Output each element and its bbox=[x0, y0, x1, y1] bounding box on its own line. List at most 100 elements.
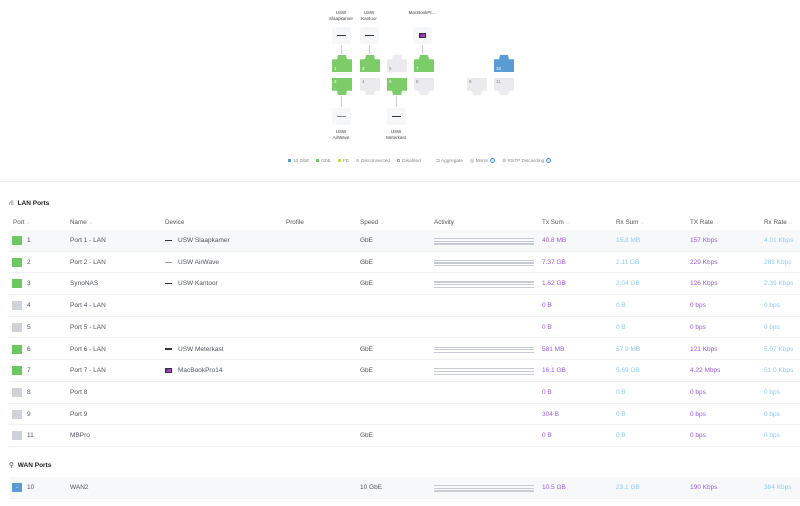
column-speed[interactable]: Speed ⌵ bbox=[360, 219, 384, 226]
device-cell[interactable]: MacBookPro14 bbox=[165, 367, 222, 374]
port-4[interactable]: 4 bbox=[360, 78, 380, 95]
table-row[interactable]: ^ 10 WAN2 10 GbE 10.5 GB 23.1 GB 190 Kbps 384 K… bbox=[9, 477, 800, 499]
switch-icon bbox=[165, 282, 172, 285]
port-name: Port 5 - LAN bbox=[70, 323, 106, 331]
port-7[interactable]: 7 bbox=[414, 55, 434, 72]
tx-sum: 10.5 GB bbox=[542, 484, 566, 491]
device-name: USW Kantoor bbox=[178, 280, 218, 288]
lan-ports-title: ⛙ LAN Ports bbox=[9, 200, 50, 207]
table-row[interactable]: 1 Port 1 - LAN USW Slaapkamer GbE 40.8 MB 15.… bbox=[9, 230, 800, 252]
tx-sum: 40.8 MB bbox=[542, 237, 567, 244]
port-1[interactable]: 1 bbox=[332, 55, 352, 72]
activity-bar bbox=[434, 259, 534, 268]
activity-bar bbox=[434, 281, 534, 289]
device-cell[interactable]: USW Slaapkamer bbox=[165, 237, 230, 244]
device-node[interactable] bbox=[387, 108, 406, 125]
device-node[interactable] bbox=[332, 27, 351, 44]
port-6[interactable]: 6 bbox=[387, 78, 407, 95]
column-profile: Profile bbox=[286, 219, 304, 226]
column-tx-sum[interactable]: Tx Sum ⌵ bbox=[542, 219, 570, 226]
device-cell[interactable]: USW AirWave bbox=[165, 259, 219, 266]
port-2[interactable]: 2 bbox=[332, 78, 352, 95]
chevron-down-icon: ⌵ bbox=[640, 220, 645, 226]
rx-rate: 0 bps bbox=[764, 302, 780, 310]
port-status-icon: ^ bbox=[12, 483, 22, 492]
table-row[interactable]: 11 MBPro GbE 0 B 0 B 0 bps 0 bps bbox=[9, 425, 800, 447]
port-3[interactable]: 3 bbox=[360, 55, 380, 72]
column-activity: Activity bbox=[434, 219, 454, 226]
legend-disconnected: Disconnected bbox=[356, 159, 390, 164]
port-number: 2 bbox=[27, 258, 31, 266]
tx-rate: 0 bps bbox=[690, 432, 706, 440]
column-port[interactable]: Port ⌵ bbox=[13, 219, 30, 226]
rx-sum: 0 B bbox=[616, 388, 626, 396]
activity-bar bbox=[434, 238, 534, 246]
chevron-down-icon: ⌵ bbox=[380, 220, 385, 226]
port-name: Port 8 bbox=[70, 388, 88, 396]
port-9[interactable]: 9 bbox=[467, 78, 487, 95]
wan-ports-title: ⚲ WAN Ports bbox=[9, 461, 52, 470]
table-row[interactable]: 5 Port 5 - LAN 0 B 0 B 0 bps 0 bps bbox=[9, 317, 800, 339]
rx-rate: 0 bps bbox=[764, 410, 780, 418]
port-number: 4 bbox=[27, 302, 31, 310]
device-name: USW AirWave bbox=[178, 258, 219, 266]
switch-icon bbox=[392, 115, 401, 118]
info-icon[interactable]: i bbox=[490, 158, 496, 163]
tx-rate: 121 Kbps bbox=[690, 345, 718, 353]
column-rx-rate[interactable]: Rx Rate ⌵ bbox=[764, 219, 793, 226]
port-status-icon bbox=[12, 279, 22, 289]
device-label: MacBookPr... bbox=[408, 10, 436, 15]
tx-sum: 0 B bbox=[542, 302, 552, 310]
table-row[interactable]: 4 Port 4 - LAN 0 B 0 B 0 bps 0 bps bbox=[9, 295, 800, 317]
port-5[interactable]: 5 bbox=[387, 55, 407, 72]
device-node[interactable] bbox=[360, 27, 379, 44]
port-number: 7 bbox=[27, 367, 31, 375]
port-number: 6 bbox=[27, 345, 31, 353]
column-name[interactable]: Name ⌵ bbox=[70, 219, 93, 226]
port-10[interactable]: 10 bbox=[494, 55, 514, 72]
device-name: MacBookPro14 bbox=[178, 367, 223, 375]
port-number: 3 bbox=[27, 280, 31, 288]
port-speed: GbE bbox=[360, 432, 374, 440]
chevron-down-icon: ⌵ bbox=[715, 220, 719, 226]
chevron-down-icon: ⌵ bbox=[565, 220, 570, 226]
connector-line bbox=[341, 45, 342, 54]
tx-sum: 0 B bbox=[542, 432, 552, 440]
rx-rate: 0 bps bbox=[764, 323, 780, 331]
switch-icon bbox=[337, 116, 346, 117]
device-node[interactable] bbox=[413, 27, 432, 44]
activity-bar bbox=[434, 346, 534, 355]
port-number: 11 bbox=[27, 432, 34, 440]
connector-line bbox=[396, 96, 397, 107]
device-label: USW AirWave bbox=[332, 129, 350, 140]
column-rx-sum[interactable]: Rx Sum ⌵ bbox=[616, 219, 644, 226]
table-row[interactable]: 9 Port 9 304 B 0 B 0 bps 0 bps bbox=[9, 404, 800, 426]
port-name: WAN2 bbox=[70, 484, 89, 491]
tx-rate: 0 bps bbox=[690, 323, 706, 331]
port-8[interactable]: 8 bbox=[414, 78, 434, 95]
device-cell[interactable]: USW Kantoor bbox=[165, 280, 218, 287]
legend-fe: FE bbox=[337, 159, 349, 164]
device-cell[interactable]: USW Meterkast bbox=[165, 346, 224, 353]
tx-sum: 581 MB bbox=[542, 345, 565, 353]
table-row[interactable]: 6 Port 6 - LAN USW Meterkast GbE 581 MB 57.9 … bbox=[9, 339, 800, 361]
rx-rate: 51.0 Kbps bbox=[764, 367, 794, 375]
activity-bar bbox=[434, 485, 534, 493]
port-11[interactable]: 11 bbox=[494, 78, 514, 95]
table-row[interactable]: 2 Port 2 - LAN USW AirWave GbE 7.37 GB 2.11 G… bbox=[9, 252, 800, 274]
rx-sum: 15.8 MB bbox=[616, 237, 641, 244]
table-row[interactable]: 3 SynoNAS USW Kantoor GbE 1.62 GB 2.04 GB 126 … bbox=[9, 273, 800, 296]
rx-rate: 384 Kbps bbox=[764, 484, 792, 491]
blocked-icon: ⊘ bbox=[502, 159, 507, 164]
table-row[interactable]: 7 Port 7 - LAN MacBookPro14 GbE 16.1 GB 5.69 … bbox=[9, 360, 800, 382]
device-node[interactable] bbox=[332, 108, 351, 125]
tx-sum: 0 B bbox=[542, 388, 552, 396]
table-row[interactable]: 8 Port 8 0 B 0 B 0 bps 0 bps bbox=[9, 382, 800, 404]
laptop-icon bbox=[419, 33, 426, 38]
info-icon[interactable]: i bbox=[546, 158, 552, 163]
device-label: USW Kantoor bbox=[361, 10, 377, 21]
rx-rate: 4.01 Kbps bbox=[764, 237, 794, 244]
port-status-icon bbox=[12, 431, 22, 441]
connector-line bbox=[341, 96, 342, 107]
column-tx-rate[interactable]: TX Rate ⌵ bbox=[690, 219, 719, 226]
